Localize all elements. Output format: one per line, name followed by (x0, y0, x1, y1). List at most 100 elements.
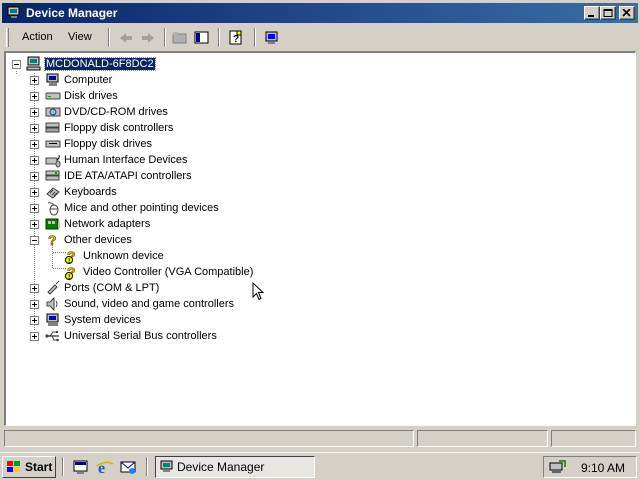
floppy-drive-icon (45, 140, 61, 148)
menu-view[interactable]: View (68, 31, 92, 43)
expand-toggle[interactable] (30, 316, 39, 325)
tree-item-mice-and-other-pointing-devices[interactable]: Mice and other pointing devices (6, 200, 306, 216)
scan-hardware-icon (265, 31, 278, 44)
expand-toggle[interactable] (30, 332, 39, 341)
show-hide-tree-button[interactable] (192, 29, 212, 47)
tree-item-label: Keyboards (64, 186, 117, 198)
tree-pane-icon (194, 31, 209, 44)
menu-view-label: View (68, 31, 92, 43)
expand-toggle[interactable] (30, 172, 39, 181)
expand-toggle[interactable] (30, 140, 39, 149)
expand-toggle[interactable] (30, 108, 39, 117)
back-arrow-icon (120, 33, 132, 43)
minimize-icon (588, 15, 594, 17)
toolbar-separator (254, 28, 256, 47)
tree-item-video-controller-vga-compatible[interactable]: ?! Video Controller (VGA Compatible) (6, 264, 306, 280)
scan-hardware-button[interactable] (262, 29, 282, 47)
expand-toggle[interactable] (30, 156, 39, 165)
properties-button[interactable]: ? (226, 29, 246, 47)
tree-item-computer[interactable]: Computer (6, 72, 306, 88)
tree-item-system-devices[interactable]: System devices (6, 312, 306, 328)
tree-item-label: Ports (COM & LPT) (64, 282, 160, 294)
tree-item-floppy-disk-drives[interactable]: Floppy disk drives (6, 136, 306, 152)
menu-action[interactable]: Action (22, 31, 53, 43)
forward-button[interactable] (138, 29, 158, 47)
maximize-icon (603, 9, 613, 17)
expand-toggle[interactable] (30, 300, 39, 309)
collapse-toggle[interactable] (30, 236, 39, 245)
tree-item-label: Universal Serial Bus controllers (64, 330, 217, 342)
device-tree-pane[interactable]: MCDONALD-6F8DC2 Computer Disk drives DVD/C… (4, 51, 636, 426)
system-tray: 9:10 AM (543, 456, 637, 478)
expand-toggle[interactable] (30, 188, 39, 197)
tree-item-label: Network adapters (64, 218, 151, 230)
maximize-button[interactable] (600, 6, 616, 20)
properties-icon: ? (229, 30, 242, 45)
back-button[interactable] (116, 29, 136, 47)
clock[interactable]: 9:10 AM (581, 461, 625, 475)
tree-item-network-adapters[interactable]: Network adapters (6, 216, 306, 232)
device-manager-window: Device Manager Action View ? MCDONALD-6F… (0, 0, 640, 452)
expand-toggle[interactable] (30, 220, 39, 229)
task-label: Device Manager (177, 460, 265, 474)
svg-text:?: ? (233, 34, 239, 45)
menu-toolbar: Action View ? (4, 25, 636, 50)
tree-item-label: Computer (64, 74, 113, 86)
menu-grip (6, 28, 9, 47)
floppy-controller-icon (45, 122, 60, 133)
taskbar-separator (62, 457, 64, 476)
status-pane-3 (551, 430, 636, 447)
tree-item-label: IDE ATA/ATAPI controllers (64, 170, 192, 182)
tree-item-label: Human Interface Devices (64, 154, 188, 166)
tree-item-floppy-disk-controllers[interactable]: Floppy disk controllers (6, 120, 306, 136)
tree-item-ide-ata-atapi-controllers[interactable]: IDE ATA/ATAPI controllers (6, 168, 306, 184)
warning-device-icon: ?! (65, 264, 76, 280)
tree-item-other-devices[interactable]: ? Other devices (6, 232, 306, 248)
tree-item-label: Other devices (64, 234, 132, 246)
status-bar (4, 430, 636, 448)
tree-root[interactable]: MCDONALD-6F8DC2 (6, 56, 306, 72)
cdrom-icon (45, 107, 61, 117)
up-folder-button[interactable] (170, 29, 190, 47)
expand-toggle[interactable] (30, 124, 39, 133)
device-manager-icon (7, 6, 20, 18)
tree-item-label: System devices (64, 314, 142, 326)
internet-explorer-icon[interactable]: e (96, 458, 114, 476)
tree-item-dvd-cd-rom-drives[interactable]: DVD/CD-ROM drives (6, 104, 306, 120)
status-pane-2 (417, 430, 548, 447)
expand-toggle[interactable] (30, 76, 39, 85)
mouse-cursor-icon (252, 282, 265, 301)
close-button[interactable] (619, 6, 635, 20)
tree-item-label: Unknown device (83, 250, 164, 262)
toolbar-separator (218, 28, 220, 47)
taskbar-device-manager-button[interactable]: Device Manager (155, 456, 315, 478)
expand-toggle[interactable] (30, 284, 39, 293)
minimize-button[interactable] (584, 6, 600, 20)
hid-icon (45, 154, 61, 168)
expand-toggle[interactable] (30, 92, 39, 101)
tree-item-disk-drives[interactable]: Disk drives (6, 88, 306, 104)
collapse-toggle[interactable] (12, 60, 21, 69)
show-desktop-icon[interactable] (72, 458, 90, 476)
hardware-tray-icon[interactable] (549, 459, 567, 475)
tree-item-human-interface-devices[interactable]: Human Interface Devices (6, 152, 306, 168)
expand-toggle[interactable] (30, 204, 39, 213)
tree-item-label: Video Controller (VGA Compatible) (83, 266, 254, 278)
tree-item-label: Floppy disk drives (64, 138, 153, 150)
disk-drive-icon (45, 92, 61, 100)
computer-icon (46, 73, 59, 86)
tree-item-label: DVD/CD-ROM drives (64, 106, 168, 118)
tree-root-label: MCDONALD-6F8DC2 (44, 57, 156, 71)
tree-item-unknown-device[interactable]: ?! Unknown device (6, 248, 306, 264)
tree-item-universal-serial-bus-controllers[interactable]: Universal Serial Bus controllers (6, 328, 306, 344)
outlook-express-icon[interactable] (119, 458, 137, 476)
warning-device-icon: ?! (65, 248, 76, 264)
start-button[interactable]: Start (2, 456, 56, 478)
toolbar-separator (164, 28, 166, 47)
menu-action-label: Action (22, 31, 53, 43)
tree-item-keyboards[interactable]: Keyboards (6, 184, 306, 200)
ide-controller-icon (45, 170, 60, 181)
title-bar[interactable]: Device Manager (2, 3, 638, 23)
sound-icon (46, 296, 58, 312)
usb-icon (45, 331, 59, 342)
